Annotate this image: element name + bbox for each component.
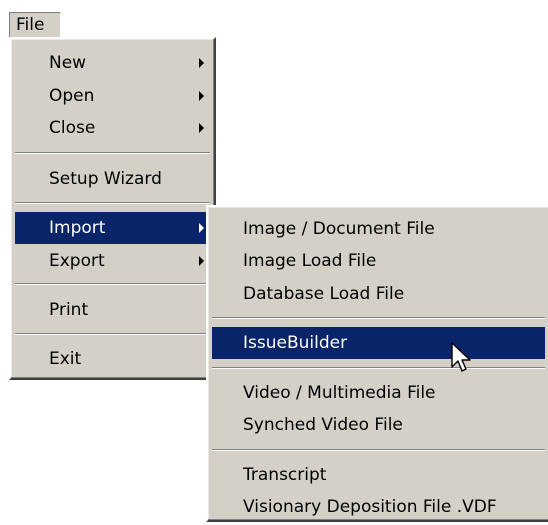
menu-separator xyxy=(212,367,545,369)
submenu-arrow-icon xyxy=(199,91,204,101)
menu-item-label: Open xyxy=(49,86,95,106)
menu-separator xyxy=(212,449,545,451)
menu-separator xyxy=(15,283,210,285)
menu-item-label: Setup Wizard xyxy=(49,169,162,189)
submenu-arrow-icon xyxy=(199,58,204,68)
menu-item-exit[interactable]: Exit xyxy=(15,343,210,375)
menu-item-label: Visionary Deposition File .VDF xyxy=(243,497,497,517)
menu-item-label: New xyxy=(49,53,87,73)
submenu-arrow-icon xyxy=(199,123,204,133)
menu-item-label: Image / Document File xyxy=(243,219,435,239)
menu-item-close[interactable]: Close xyxy=(15,112,210,144)
menu-item-open[interactable]: Open xyxy=(15,80,210,112)
menu-item-database-load-file[interactable]: Database Load File xyxy=(212,278,545,310)
menu-item-label: Video / Multimedia File xyxy=(243,383,436,403)
menu-item-image-document-file[interactable]: Image / Document File xyxy=(212,213,545,245)
submenu-arrow-icon xyxy=(199,256,204,266)
submenu-arrow-icon xyxy=(199,223,204,233)
menu-item-label: Database Load File xyxy=(243,284,405,304)
menu-item-label: Close xyxy=(49,118,96,138)
menu-item-label: Export xyxy=(49,251,105,271)
menu-item-label: Transcript xyxy=(243,465,327,485)
menu-item-label: Exit xyxy=(49,349,82,369)
menu-item-label: Print xyxy=(49,300,89,320)
arrow-pointer-icon xyxy=(451,342,471,372)
menu-item-issuebuilder[interactable]: IssueBuilder xyxy=(212,327,545,359)
menu-item-label: Import xyxy=(49,218,106,238)
menu-separator xyxy=(15,202,210,204)
menu-separator xyxy=(15,333,210,335)
menu-item-print[interactable]: Print xyxy=(15,294,210,326)
menu-item-transcript[interactable]: Transcript xyxy=(212,459,545,491)
menu-item-visionary-deposition-file[interactable]: Visionary Deposition File .VDF xyxy=(212,491,545,523)
menu-separator xyxy=(15,152,210,154)
file-menu-title[interactable]: File xyxy=(9,12,61,38)
import-submenu: Image / Document File Image Load File Da… xyxy=(206,205,548,522)
menu-item-setup-wizard[interactable]: Setup Wizard xyxy=(15,163,210,195)
file-menu: New Open Close Setup Wizard Import Expor… xyxy=(9,37,216,380)
menu-item-synched-video-file[interactable]: Synched Video File xyxy=(212,409,545,441)
menu-item-label: IssueBuilder xyxy=(243,333,348,353)
menu-separator xyxy=(212,317,545,319)
menu-item-video-multimedia-file[interactable]: Video / Multimedia File xyxy=(212,377,545,409)
menu-item-label: Synched Video File xyxy=(243,415,403,435)
menu-item-new[interactable]: New xyxy=(15,47,210,79)
menu-item-image-load-file[interactable]: Image Load File xyxy=(212,245,545,277)
menu-item-export[interactable]: Export xyxy=(15,245,210,277)
menu-item-import[interactable]: Import xyxy=(15,212,210,244)
menu-item-label: Image Load File xyxy=(243,251,377,271)
